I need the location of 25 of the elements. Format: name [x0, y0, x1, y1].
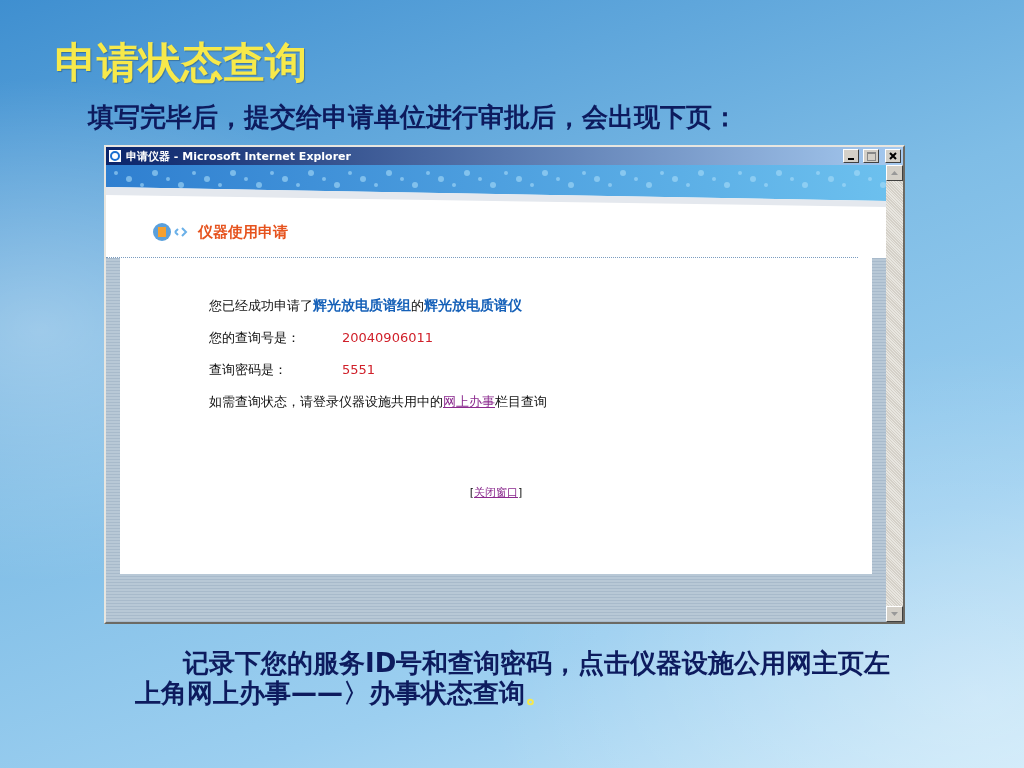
online-service-link[interactable]: 网上办事 — [443, 394, 495, 409]
minimize-button[interactable] — [843, 149, 859, 163]
scroll-up-button[interactable] — [886, 165, 903, 181]
instruction-sentence: 如需查询状态，请登录仪器设施共用中的网上办事栏目查询 — [209, 393, 548, 411]
close-window-link[interactable]: 关闭窗口 — [474, 486, 518, 499]
close-icon — [889, 152, 897, 160]
field-label: 查询密码是： — [209, 361, 288, 379]
scroll-down-button[interactable] — [886, 606, 903, 622]
instruction-note: 记录下您的服务ID号和查询密码，点击仪器设施公用网主页左上角网上办事——〉办事状态查询。 — [135, 648, 892, 708]
down-arrow-icon — [891, 612, 898, 616]
maximize-icon — [866, 151, 876, 161]
field-label: 您的查询号是： — [209, 329, 301, 347]
success-sentence: 您已经成功申请了辉光放电质谱组的辉光放电质谱仪 — [209, 296, 523, 315]
field-value: 5551 — [342, 361, 376, 379]
slide-subtitle: 填写完毕后，提交给申请单位进行审批后，会出现下页： — [88, 102, 738, 132]
scrollbar[interactable] — [886, 165, 903, 622]
maximize-button[interactable] — [863, 149, 879, 163]
close-window-line: [关闭窗口] — [469, 485, 523, 500]
slide-title: 申请状态查询 — [55, 38, 307, 88]
window-title: 申请仪器 - Microsoft Internet Explorer — [126, 148, 352, 164]
close-button[interactable] — [885, 149, 901, 163]
up-arrow-icon — [891, 171, 898, 175]
page-heading: 仪器使用申请 — [198, 222, 288, 242]
field-value: 20040906011 — [342, 329, 433, 347]
browser-icon — [108, 149, 122, 163]
